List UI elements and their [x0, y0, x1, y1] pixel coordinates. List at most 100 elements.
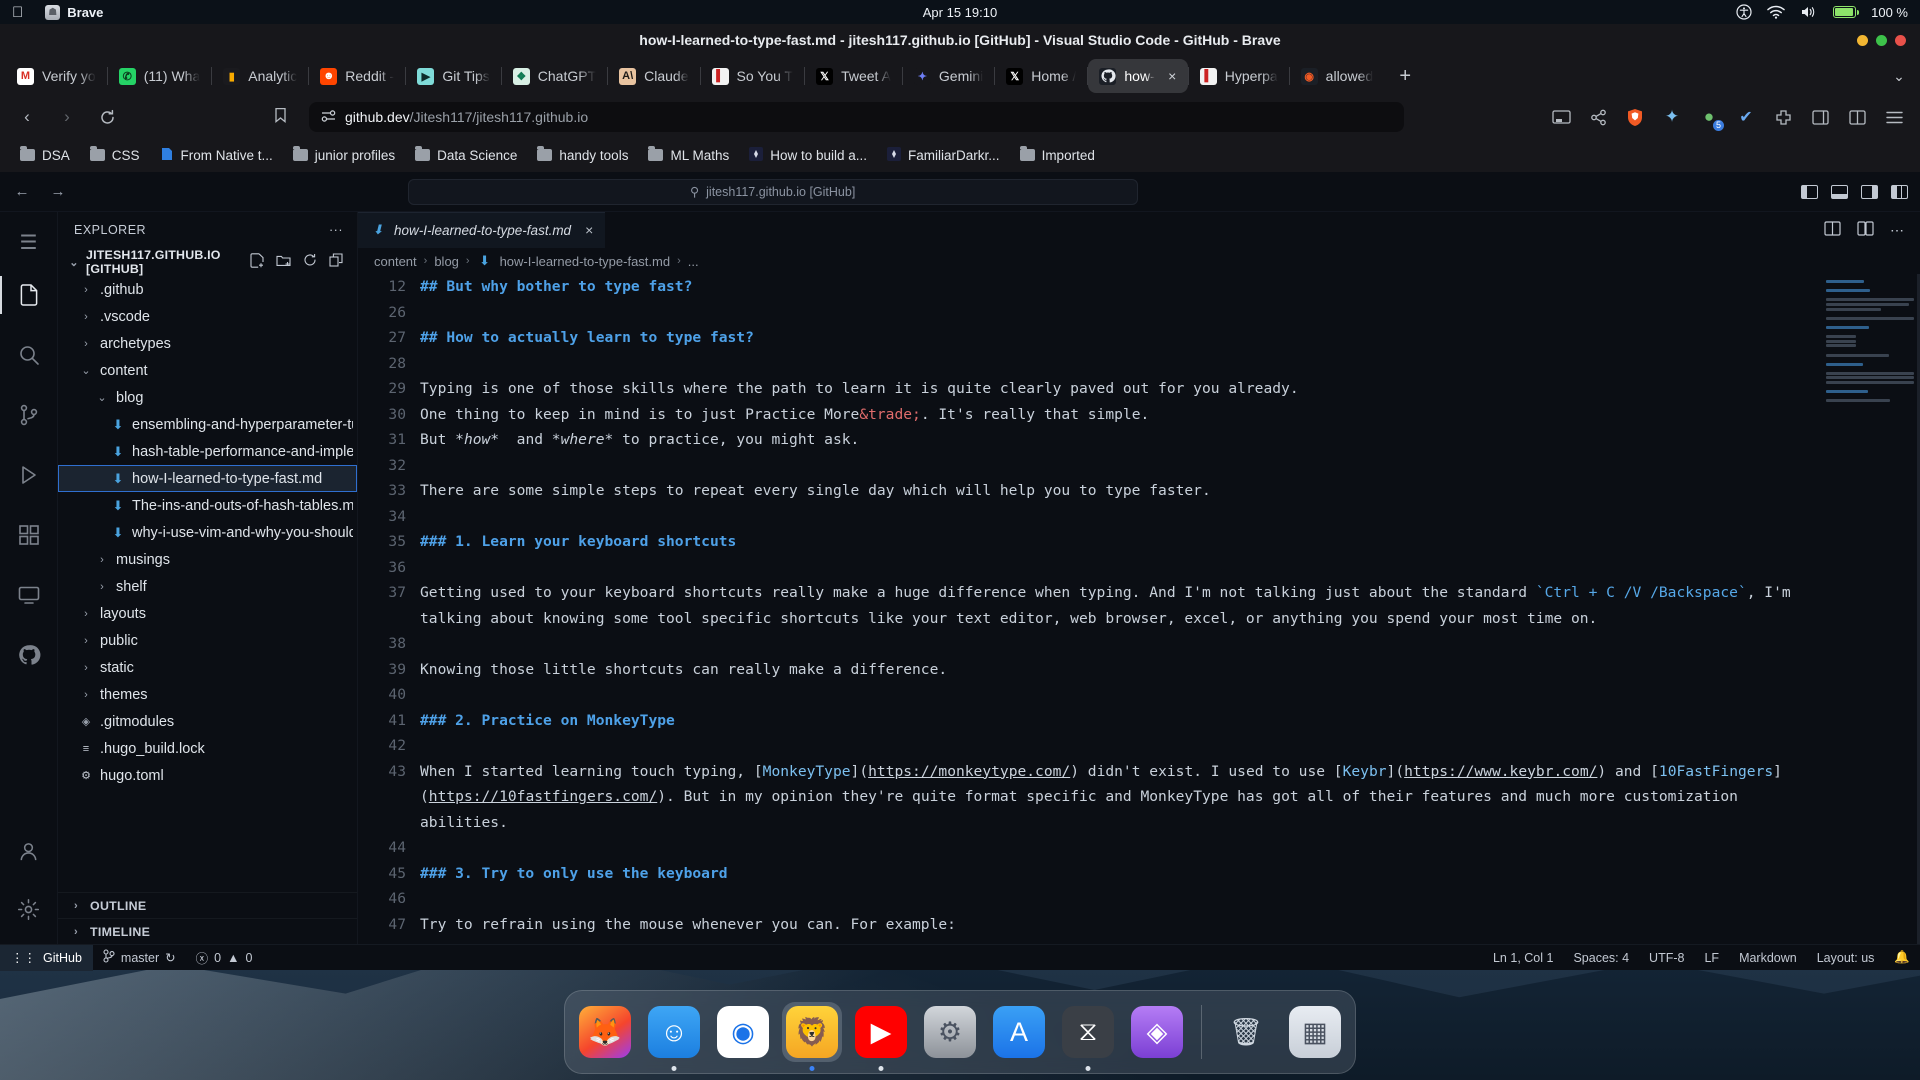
- new-folder-icon[interactable]: [276, 253, 291, 271]
- activitybar-item-extensions[interactable]: [0, 506, 58, 564]
- activitybar-item-run-and-debug[interactable]: [0, 446, 58, 504]
- hamburger-menu-icon[interactable]: ☰: [0, 220, 58, 264]
- cast-icon[interactable]: [1549, 105, 1573, 129]
- brave-rewards-icon[interactable]: ● 5: [1697, 105, 1724, 131]
- accessibility-icon[interactable]: [1736, 4, 1752, 20]
- volume-icon[interactable]: [1800, 5, 1818, 19]
- close-icon[interactable]: ×: [585, 222, 593, 238]
- browser-tab[interactable]: ☻ Reddit -: [309, 59, 405, 93]
- browser-tab[interactable]: ▮ Analytic: [212, 59, 308, 93]
- dock-item-vs-code[interactable]: ⧖: [1058, 1002, 1118, 1071]
- breadcrumb-item-1[interactable]: blog: [434, 254, 459, 269]
- dock-item-brave[interactable]: 🦁: [782, 1002, 842, 1071]
- extensions-icon[interactable]: [1771, 105, 1795, 129]
- tree-item-shelf[interactable]: › shelf: [58, 573, 357, 600]
- browser-tab[interactable]: ✦ Gemini: [903, 59, 994, 93]
- toggle-secondary-sidebar-icon[interactable]: [1860, 184, 1878, 199]
- dock-item-finder[interactable]: ☺: [644, 1002, 704, 1071]
- browser-tab[interactable]: 𝕏 Home /: [995, 59, 1087, 93]
- breadcrumb-item-2[interactable]: how-I-learned-to-type-fast.md: [500, 254, 671, 269]
- tree-item-musings[interactable]: › musings: [58, 546, 357, 573]
- customize-layout-icon[interactable]: [1890, 184, 1908, 199]
- browser-tab[interactable]: A\ Claude: [608, 59, 699, 93]
- tree-item-layouts[interactable]: › layouts: [58, 600, 357, 627]
- tree-item-blog[interactable]: ⌄ blog: [58, 384, 357, 411]
- dock-item-app-store[interactable]: A: [989, 1002, 1049, 1062]
- tree-item-github[interactable]: › .github: [58, 276, 357, 303]
- tab-search-chevron-down-icon[interactable]: ⌄: [1884, 61, 1914, 91]
- status-remote-indicator[interactable]: ⋮⋮ GitHub: [0, 944, 93, 971]
- address-bar[interactable]: github.dev/Jitesh117/jitesh117.github.io: [275, 102, 1404, 132]
- activitybar-item-explorer[interactable]: [0, 266, 58, 324]
- collapse-all-icon[interactable]: [329, 253, 343, 271]
- browser-tab[interactable]: ▌ Hyperpa: [1189, 59, 1289, 93]
- more-actions-icon[interactable]: ⋯: [1890, 222, 1904, 239]
- tree-item-hugo-build-lock[interactable]: ≡ .hugo_build.lock: [58, 735, 357, 762]
- bookmark-item[interactable]: Imported: [1012, 145, 1103, 166]
- browser-tab[interactable]: ◉ allowed: [1290, 59, 1384, 93]
- new-tab-button[interactable]: +: [1390, 61, 1420, 91]
- back-button[interactable]: ‹: [14, 104, 40, 130]
- bookmark-item[interactable]: From Native t...: [152, 144, 281, 167]
- status-eol[interactable]: LF: [1694, 951, 1729, 965]
- status-language-mode[interactable]: Markdown: [1729, 951, 1807, 965]
- bookmark-item[interactable]: DSA: [12, 145, 78, 166]
- close-button[interactable]: [1895, 35, 1906, 46]
- browser-tab[interactable]: 𝕏 Tweet A: [805, 59, 902, 93]
- activitybar-item-search[interactable]: [0, 326, 58, 384]
- chevron-down-icon[interactable]: ⌄: [66, 256, 82, 269]
- menu-icon[interactable]: [1882, 105, 1906, 129]
- menubar-app-name[interactable]: Brave: [67, 5, 103, 20]
- tree-item-public[interactable]: › public: [58, 627, 357, 654]
- status-branch[interactable]: master ↻: [93, 949, 186, 966]
- tree-item-themes[interactable]: › themes: [58, 681, 357, 708]
- editor-tab-active[interactable]: ⬇ how-I-learned-to-type-fast.md ×: [358, 212, 607, 248]
- status-encoding[interactable]: UTF-8: [1639, 951, 1694, 965]
- tree-item-hash-table-performance-and-implement[interactable]: ⬇ hash-table-performance-and-implement...: [58, 438, 357, 465]
- tab-close-icon[interactable]: ×: [1163, 67, 1182, 86]
- explorer-more-actions[interactable]: ···: [329, 223, 343, 237]
- wallet-icon[interactable]: ✔: [1734, 105, 1758, 129]
- status-keyboard-layout[interactable]: Layout: us: [1807, 951, 1885, 965]
- browser-tab[interactable]: ▶ Git Tips: [406, 59, 500, 93]
- tree-item-how-i-learned-to-type-fast-md[interactable]: ⬇ how-I-learned-to-type-fast.md: [58, 465, 357, 492]
- activitybar-item-accounts[interactable]: [0, 822, 58, 880]
- bookmark-item[interactable]: FamiliarDarkr...: [879, 144, 1008, 167]
- status-problems[interactable]: ⓧ 0 ▲ 0: [186, 948, 263, 967]
- tree-item-hugo-toml[interactable]: ⚙ hugo.toml: [58, 762, 357, 789]
- new-file-icon[interactable]: [250, 253, 264, 271]
- bookmark-item[interactable]: How to build a...: [741, 144, 875, 167]
- split-view-icon[interactable]: [1845, 105, 1869, 129]
- activitybar-item-github[interactable]: [0, 626, 58, 684]
- toggle-panel-icon[interactable]: [1830, 184, 1848, 199]
- notifications-bell-icon[interactable]: 🔔: [1884, 950, 1920, 965]
- toggle-primary-sidebar-icon[interactable]: [1800, 184, 1818, 199]
- status-indentation[interactable]: Spaces: 4: [1563, 951, 1639, 965]
- wifi-icon[interactable]: [1767, 5, 1785, 19]
- browser-tab[interactable]: ✆ (11) Wha: [108, 59, 212, 93]
- dock-item-system-settings[interactable]: ⚙: [920, 1002, 980, 1062]
- apple-logo-icon[interactable]: : [12, 5, 23, 20]
- tree-item-vscode[interactable]: › .vscode: [58, 303, 357, 330]
- dock-item-chrome[interactable]: ◉: [713, 1002, 773, 1062]
- browser-tab-active[interactable]: how- ×: [1088, 59, 1188, 93]
- dock-item-trash[interactable]: 🗑: [1216, 1002, 1276, 1062]
- browser-tab[interactable]: M Verify yo: [6, 59, 107, 93]
- refresh-icon[interactable]: [303, 253, 317, 271]
- dock-item-youtube-music[interactable]: ▶: [851, 1002, 911, 1071]
- gh-forward-button[interactable]: →: [48, 183, 68, 200]
- status-cursor-position[interactable]: Ln 1, Col 1: [1483, 951, 1563, 965]
- brave-leo-icon[interactable]: ✦: [1660, 105, 1684, 129]
- activitybar-item-remote-explorer[interactable]: [0, 566, 58, 624]
- bookmark-item[interactable]: CSS: [82, 145, 148, 166]
- share-icon[interactable]: [1586, 105, 1610, 129]
- site-settings-icon[interactable]: [321, 109, 336, 126]
- bookmark-item[interactable]: handy tools: [529, 145, 636, 166]
- tree-item-the-ins-and-outs-of-hash-tables-md[interactable]: ⬇ The-ins-and-outs-of-hash-tables.md: [58, 492, 357, 519]
- sync-icon[interactable]: ↻: [165, 950, 175, 965]
- dock-item-launchpad[interactable]: ▦: [1285, 1002, 1345, 1062]
- tree-item-ensembling-and-hyperparameter-tuning[interactable]: ⬇ ensembling-and-hyperparameter-tuning...: [58, 411, 357, 438]
- tree-item-gitmodules[interactable]: ◈ .gitmodules: [58, 708, 357, 735]
- dock-item-obsidian[interactable]: ◈: [1127, 1002, 1187, 1062]
- explorer-root-folder[interactable]: ⌄ JITESH117.GITHUB.IO [GITHUB]: [58, 248, 357, 276]
